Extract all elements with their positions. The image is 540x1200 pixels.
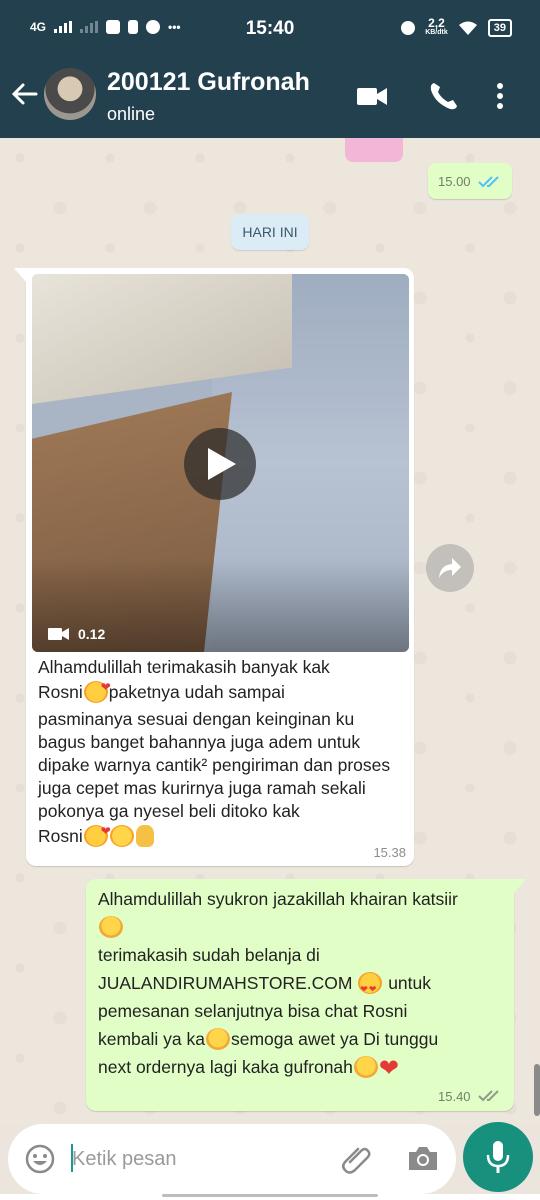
delivered-ticks-icon	[478, 1090, 499, 1102]
battery-indicator: 39	[487, 19, 512, 37]
message-line: Alhamdulillah syukron jazakillah khairan…	[98, 889, 458, 909]
overflow-menu-icon[interactable]	[490, 78, 510, 114]
message-word: next ordernya lagi kaka gufronah	[98, 1057, 353, 1077]
incoming-video-message[interactable]: 0.12 Alhamdulillah terimakasih banyak ka…	[14, 268, 414, 866]
red-heart-emoji-icon: ❤	[378, 1055, 399, 1082]
voice-call-icon[interactable]	[426, 78, 462, 114]
hugging-face-emoji-icon	[353, 1056, 378, 1078]
network-speed-unit: KB/dtk	[425, 29, 448, 36]
caption-line: pasminanya sesuai dengan keinginan ku ba…	[38, 709, 391, 821]
message-word: untuk	[388, 973, 431, 993]
caption-line: Alhamdulillah terimakasih banyak kak	[38, 657, 330, 677]
heart-eyes-emoji-icon	[358, 972, 383, 1003]
date-chip: HARI INI	[231, 214, 309, 250]
caption-word: paketnya udah sampai	[108, 682, 285, 702]
attach-icon[interactable]	[340, 1142, 374, 1176]
caption-line: Rosni	[38, 820, 406, 848]
read-ticks-icon	[478, 176, 499, 188]
network-speed: 2,2 KB/dtk	[425, 16, 448, 38]
forward-icon	[439, 558, 461, 578]
network-speed-value: 2,2	[428, 16, 445, 30]
status-bar: 4G ••• 15:40 2,2 KB/dtk 39	[0, 0, 540, 54]
video-duration: 0.12	[78, 626, 106, 642]
message-time: 15.38	[373, 845, 406, 860]
forward-button[interactable]	[426, 544, 474, 592]
message-text: Alhamdulillah syukron jazakillah khairan…	[98, 885, 498, 1083]
contact-status: online	[107, 104, 156, 124]
outgoing-message[interactable]: Alhamdulillah syukron jazakillah khairan…	[86, 879, 526, 1111]
caption-line: Rosni paketnya udah sampai	[38, 676, 406, 704]
scrollbar[interactable]	[534, 1064, 540, 1116]
message-time: 15.40	[438, 1089, 471, 1104]
praying-hands-emoji-icon	[135, 825, 154, 847]
smiling-hearts-emoji-icon	[83, 820, 111, 847]
outgoing-message-previous[interactable]: 15.00	[428, 163, 512, 199]
voice-record-button[interactable]	[463, 1122, 533, 1192]
play-button[interactable]	[184, 428, 256, 500]
message-line: next ordernya lagi kaka gufronah ❤	[98, 1053, 498, 1083]
message-time: 15.00	[438, 174, 471, 189]
message-word: semoga awet ya Di tunggu	[231, 1029, 439, 1049]
play-icon	[208, 448, 236, 480]
wifi-icon	[458, 21, 477, 35]
message-caption: Alhamdulillah terimakasih banyak kak Ros…	[38, 656, 406, 848]
blush-emoji-icon	[109, 825, 134, 847]
caption-word: Rosni	[38, 826, 83, 846]
back-arrow-icon[interactable]	[10, 80, 38, 108]
alarm-icon	[401, 21, 416, 35]
store-link[interactable]: JUALANDIRUMAHSTORE.COM	[98, 973, 352, 993]
video-call-icon[interactable]	[354, 78, 390, 114]
message-line	[98, 913, 498, 941]
video-camera-icon	[48, 628, 69, 640]
message-line: terimakasih sudah belanja di	[98, 945, 320, 965]
hugging-face-emoji-icon	[99, 916, 123, 938]
hugging-face-emoji-icon	[206, 1028, 230, 1050]
microphone-icon	[486, 1141, 510, 1173]
message-line: pemesanan selanjutnya bisa chat Rosni	[98, 1001, 408, 1021]
home-gesture-pill[interactable]	[162, 1194, 378, 1197]
video-meta: 0.12	[48, 626, 105, 642]
chat-header: 200121 Gufronah online	[0, 54, 540, 138]
message-word: kembali ya ka	[98, 1029, 205, 1049]
previous-media-message[interactable]	[345, 138, 403, 162]
emoji-icon[interactable]	[24, 1143, 56, 1175]
caption-word: Rosni	[38, 682, 83, 702]
message-composer	[8, 1124, 456, 1194]
avatar[interactable]	[44, 68, 96, 120]
status-right: 2,2 KB/dtk 39	[401, 16, 512, 38]
video-thumbnail[interactable]: 0.12	[32, 274, 409, 652]
contact-name[interactable]: 200121 Gufronah	[107, 68, 310, 97]
message-line: JUALANDIRUMAHSTORE.COM untuk	[98, 969, 498, 1003]
message-input[interactable]	[72, 1144, 322, 1174]
smiling-hearts-emoji-icon	[83, 676, 111, 703]
message-line: kembali ya ka semoga awet ya Di tunggu	[98, 1025, 498, 1053]
camera-icon[interactable]	[406, 1142, 440, 1176]
